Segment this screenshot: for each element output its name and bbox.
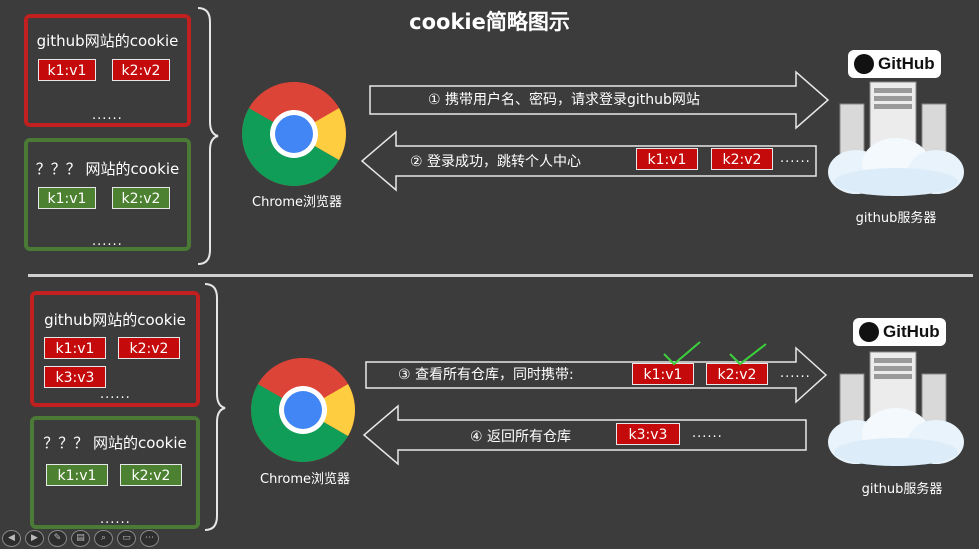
set-cookie-item: k2:v2 — [711, 148, 773, 170]
pages-icon[interactable]: ▤ — [71, 530, 90, 547]
server-icon — [828, 81, 964, 196]
checkmark-icon — [729, 343, 767, 366]
github-badge-text: GitHub — [878, 54, 935, 73]
cookie-item: k1:v1 — [44, 337, 106, 359]
cookie-item: k2:v2 — [112, 187, 170, 209]
github-logo: GitHub — [848, 50, 941, 78]
pen-icon[interactable]: ✎ — [48, 530, 67, 547]
cookie-item: k1:v1 — [46, 464, 108, 486]
cookie-item: k2:v2 — [120, 464, 182, 486]
more-icon[interactable]: ⋯ — [140, 530, 159, 547]
brace-icon — [204, 283, 226, 531]
unknown-cookie-box: ？？？ 网站的cookie k1:v1 k2:v2 ...... — [30, 416, 200, 529]
github-badge-text: GitHub — [883, 322, 940, 341]
ellipsis: ...... — [92, 108, 123, 123]
unknown-cookie-box-title: ？？？ 网站的cookie — [43, 434, 187, 452]
server-icon — [828, 351, 964, 466]
ellipsis: ...... — [100, 512, 131, 527]
github-icon — [854, 54, 874, 74]
ellipsis: ...... — [780, 151, 811, 166]
cookie-item: k3:v3 — [44, 366, 106, 388]
cookie-item: k2:v2 — [112, 59, 170, 81]
set-cookie-item: k3:v3 — [616, 423, 680, 445]
ellipsis: ...... — [780, 366, 811, 381]
github-icon — [859, 322, 879, 342]
cookie-item: k2:v2 — [118, 337, 180, 359]
section-divider — [28, 274, 973, 277]
response-label: ② 登录成功，跳转个人中心 — [410, 154, 582, 170]
response-arrow-icon — [362, 404, 807, 466]
request-label: ① 携带用户名、密码，请求登录github网站 — [428, 92, 700, 108]
prev-icon[interactable]: ◀ — [2, 530, 21, 547]
browser-label: Chrome浏览器 — [260, 472, 350, 487]
ellipsis: ...... — [692, 426, 723, 441]
request-label: ③ 查看所有仓库，同时携带: — [398, 367, 574, 383]
github-cookie-box: github网站的cookie k1:v1 k2:v2 k3:v3 ...... — [30, 291, 200, 407]
chrome-icon — [251, 358, 355, 462]
set-cookie-item: k1:v1 — [636, 148, 698, 170]
browser-label: Chrome浏览器 — [252, 195, 342, 210]
github-cookie-box-title: github网站的cookie — [44, 311, 186, 329]
chrome-icon — [242, 82, 346, 186]
github-cookie-box-title: github网站的cookie — [36, 32, 179, 50]
ellipsis: ...... — [92, 234, 123, 249]
cookie-item: k1:v1 — [38, 59, 96, 81]
github-cookie-box: github网站的cookie k1:v1 k2:v2 ...... — [24, 14, 191, 127]
zoom-icon[interactable]: ⌕ — [94, 530, 113, 547]
unknown-cookie-box-title: ？？？ 网站的cookie — [35, 160, 180, 178]
unknown-cookie-box: ？？？ 网站的cookie k1:v1 k2:v2 ...... — [24, 138, 191, 251]
github-logo: GitHub — [853, 318, 946, 346]
server-label: github服务器 — [861, 482, 943, 497]
ellipsis: ...... — [100, 387, 131, 402]
cookie-item: k1:v1 — [38, 187, 96, 209]
next-icon[interactable]: ▶ — [25, 530, 44, 547]
server-label: github服务器 — [855, 211, 937, 226]
presentation-toolbar: ◀ ▶ ✎ ▤ ⌕ ▭ ⋯ — [2, 530, 159, 547]
screen-icon[interactable]: ▭ — [117, 530, 136, 547]
brace-icon — [197, 7, 219, 265]
checkmark-icon — [663, 341, 701, 366]
response-label: ④ 返回所有仓库 — [470, 429, 572, 445]
